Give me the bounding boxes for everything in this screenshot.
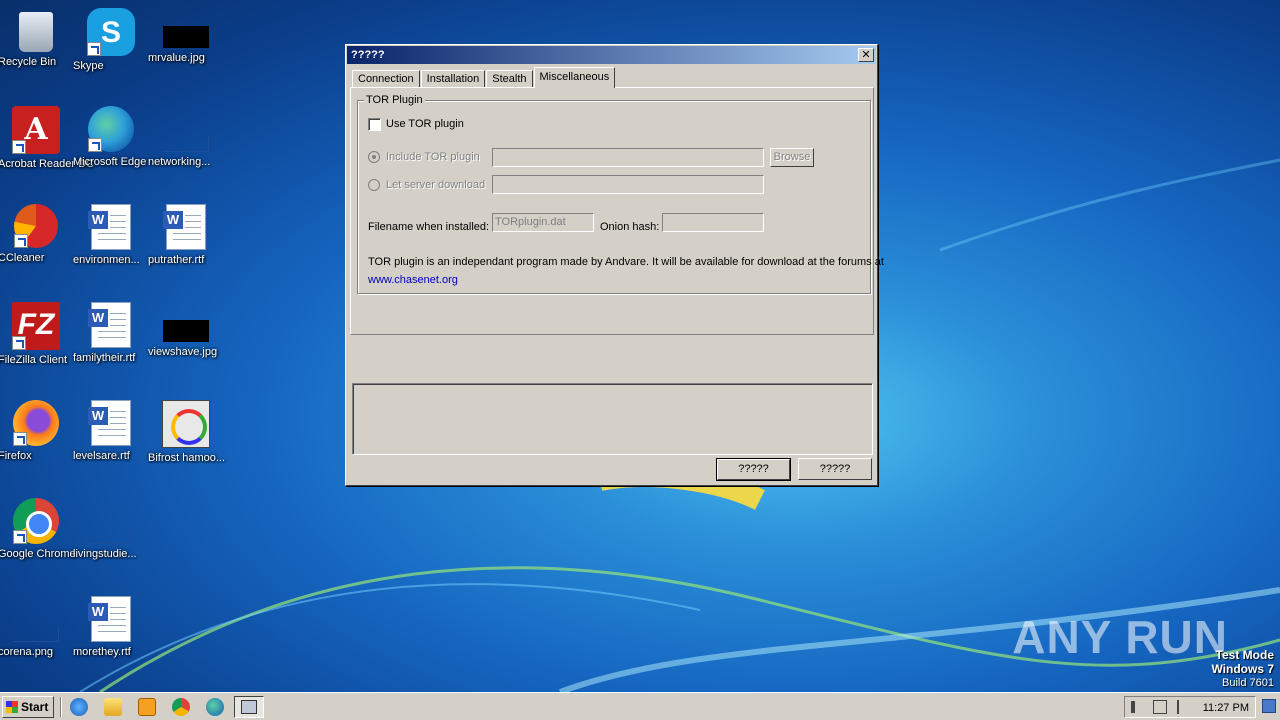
close-button[interactable]: ✕ <box>858 48 874 62</box>
tab-stealth[interactable]: Stealth <box>486 70 533 88</box>
desktop-icon-networking[interactable]: networking... <box>148 106 224 168</box>
filezilla-icon: FZ <box>12 302 60 350</box>
close-icon: ✕ <box>861 48 871 61</box>
app-window-icon <box>241 700 257 714</box>
clock[interactable]: 11:27 PM <box>1203 702 1249 714</box>
firefox-icon <box>13 400 59 446</box>
start-button[interactable]: Start <box>2 696 54 718</box>
media-player-icon[interactable] <box>138 698 156 716</box>
dialog-titlebar[interactable]: ????? ✕ <box>347 46 876 64</box>
test-mode-line1: Test Mode <box>1215 648 1274 662</box>
word-document-icon: W <box>88 302 131 348</box>
tab-installation[interactable]: Installation <box>420 70 486 88</box>
anyrun-watermark: ANY RUN <box>1012 611 1228 663</box>
filename-field[interactable]: TORplugin.dat <box>492 213 594 232</box>
word-document-icon: W <box>88 596 131 642</box>
image-file-icon <box>163 26 209 48</box>
desktop-icon-edge[interactable]: Microsoft Edge <box>73 106 149 168</box>
taskbar: Start 11:27 PM <box>0 692 1280 720</box>
dialog-title: ????? <box>351 49 385 61</box>
desktop-icon-skype[interactable]: S Skype <box>73 8 149 72</box>
tab-strip: Connection Installation Stealth Miscella… <box>352 67 616 88</box>
desktop-icon-corena[interactable]: corena.png <box>0 596 74 658</box>
info-link[interactable]: www.chasenet.org <box>368 274 458 286</box>
desktop-icon-filezilla[interactable]: FZ FileZilla Client <box>0 302 74 366</box>
file-icon <box>163 136 209 152</box>
acrobat-icon: A <box>12 106 60 154</box>
recycle-bin-icon <box>19 12 53 52</box>
taskbar-active-window[interactable] <box>234 696 264 718</box>
settings-dialog: ????? ✕ Connection Installation Stealth … <box>345 44 884 486</box>
test-mode-notice: Test Mode Windows 7 Build 7601 <box>1211 648 1274 690</box>
let-server-download-radio[interactable] <box>368 179 380 191</box>
desktop-icon-bifrost[interactable]: Bifrost hamoo... <box>148 400 225 464</box>
log-textarea[interactable] <box>352 383 873 455</box>
chrome-taskbar-icon[interactable] <box>172 698 190 716</box>
action-center-flag-icon[interactable] <box>1177 700 1187 714</box>
tor-plugin-group: TOR Plugin Use TOR plugin Include TOR pl… <box>357 94 884 294</box>
network-icon[interactable] <box>1153 700 1167 714</box>
taskbar-separator <box>60 697 62 717</box>
desktop-icon-levelsare[interactable]: W levelsare.rtf <box>73 400 149 462</box>
desktop-icon-putrather[interactable]: W putrather.rtf <box>148 204 224 266</box>
skype-icon: S <box>87 8 135 56</box>
desktop-icon-chrome[interactable]: Google Chrome <box>0 498 76 560</box>
include-tor-radio[interactable] <box>368 151 380 163</box>
server-download-field[interactable] <box>492 175 764 194</box>
desktop-icon-familytheir[interactable]: W familytheir.rtf <box>73 302 149 364</box>
desktop-icon-recycle-bin[interactable]: Recycle Bin <box>0 8 74 68</box>
desktop-icon-firefox[interactable]: Firefox <box>0 400 74 462</box>
image-file-icon <box>163 320 209 342</box>
onion-hash-field[interactable] <box>662 213 764 232</box>
test-mode-line2: Windows 7 <box>1211 662 1274 676</box>
file-icon <box>88 528 134 544</box>
info-text: TOR plugin is an independant program mad… <box>368 256 884 268</box>
use-tor-checkbox[interactable] <box>368 118 381 131</box>
desktop-icon-mrvalue[interactable]: mrvalue.jpg <box>148 8 224 64</box>
cancel-button[interactable]: ????? <box>798 458 872 480</box>
system-tray: 11:27 PM <box>1124 696 1256 718</box>
use-tor-label: Use TOR plugin <box>386 118 464 130</box>
show-desktop-icon[interactable] <box>1262 699 1276 713</box>
ok-button[interactable]: ????? <box>716 458 791 481</box>
edge-taskbar-icon[interactable] <box>206 698 224 716</box>
tab-panel-miscellaneous: TOR Plugin Use TOR plugin Include TOR pl… <box>350 87 884 335</box>
desktop-icon-acrobat[interactable]: A Acrobat Reader DC <box>0 106 94 170</box>
file-icon <box>13 626 59 642</box>
ie-icon[interactable] <box>70 698 88 716</box>
ccleaner-icon <box>14 204 58 248</box>
desktop-icon-viewshave[interactable]: viewshave.jpg <box>148 302 224 358</box>
word-document-icon: W <box>88 204 131 250</box>
edge-icon <box>88 106 134 152</box>
let-server-download-label: Let server download <box>386 179 486 191</box>
chrome-icon <box>13 498 59 544</box>
group-title: TOR Plugin <box>364 94 425 106</box>
tab-connection[interactable]: Connection <box>352 70 420 88</box>
desktop-icon-ccleaner[interactable]: CCleaner <box>0 204 74 264</box>
word-document-icon: W <box>88 400 131 446</box>
test-mode-line3: Build 7601 <box>1222 677 1274 689</box>
filename-label: Filename when installed: <box>368 221 490 233</box>
bifrost-icon <box>162 400 210 448</box>
start-label: Start <box>21 700 49 714</box>
desktop-icon-morethey[interactable]: W morethey.rtf <box>73 596 149 658</box>
include-tor-label: Include TOR plugin <box>386 151 480 163</box>
explorer-icon[interactable] <box>104 698 122 716</box>
tab-miscellaneous[interactable]: Miscellaneous <box>533 67 616 88</box>
desktop-icon-livingstudie[interactable]: livingstudie... <box>73 498 149 560</box>
onion-hash-label: Onion hash: <box>600 221 660 233</box>
include-tor-path-field[interactable] <box>492 148 764 167</box>
browse-button[interactable]: Browse <box>770 148 814 167</box>
windows-flag-icon <box>6 701 18 713</box>
desktop-icon-environmen[interactable]: W environmen... <box>73 204 149 266</box>
word-document-icon: W <box>163 204 206 250</box>
volume-icon[interactable] <box>1131 701 1143 713</box>
